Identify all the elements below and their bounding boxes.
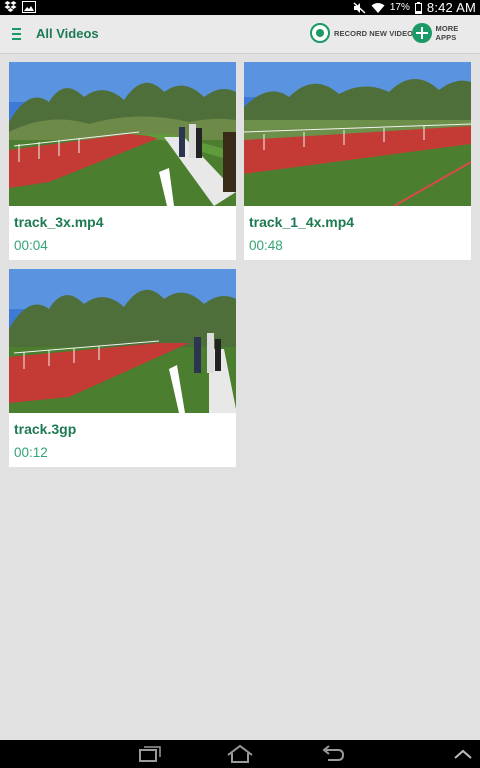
video-card[interactable]: track_1_4x.mp4 00:48 [244, 62, 471, 260]
more-apps-button[interactable]: MORE APPS [412, 23, 480, 43]
video-name: track_3x.mp4 [14, 214, 104, 230]
navigation-bar [0, 740, 480, 768]
video-thumbnail [244, 62, 471, 206]
plus-icon [412, 23, 432, 43]
status-left [4, 1, 36, 13]
recent-apps-icon[interactable] [134, 744, 164, 764]
video-thumbnail [9, 62, 236, 206]
image-icon [22, 1, 36, 13]
chevron-up-icon[interactable] [448, 744, 478, 764]
status-right: 17% 8:42 AM [353, 0, 476, 15]
battery-icon [414, 1, 422, 14]
more-apps-label: MORE APPS [435, 24, 459, 42]
home-icon[interactable] [225, 744, 255, 764]
page-title[interactable]: All Videos [36, 26, 99, 41]
record-new-video-label: RECORD NEW VIDEO [334, 28, 414, 38]
mute-icon [353, 1, 366, 14]
video-thumbnail [9, 269, 236, 413]
battery-percent: 17% [389, 2, 410, 13]
back-icon[interactable] [318, 744, 348, 764]
video-card[interactable]: track_3x.mp4 00:04 [9, 62, 236, 260]
video-card[interactable]: track.3gp 00:12 [9, 269, 236, 467]
clock: 8:42 AM [426, 0, 476, 15]
record-new-video-button[interactable]: RECORD NEW VIDEO [310, 23, 413, 43]
action-bar: All Videos RECORD NEW VIDEO MORE APPS [0, 15, 480, 54]
video-name: track.3gp [14, 421, 77, 437]
wifi-icon [371, 2, 385, 13]
menu-icon[interactable] [12, 28, 21, 40]
dropbox-icon [4, 1, 17, 12]
status-bar: 17% 8:42 AM [0, 0, 480, 15]
video-duration: 00:04 [14, 238, 48, 253]
record-icon [310, 23, 330, 43]
video-duration: 00:48 [249, 238, 283, 253]
video-name: track_1_4x.mp4 [249, 214, 355, 230]
video-duration: 00:12 [14, 445, 48, 460]
